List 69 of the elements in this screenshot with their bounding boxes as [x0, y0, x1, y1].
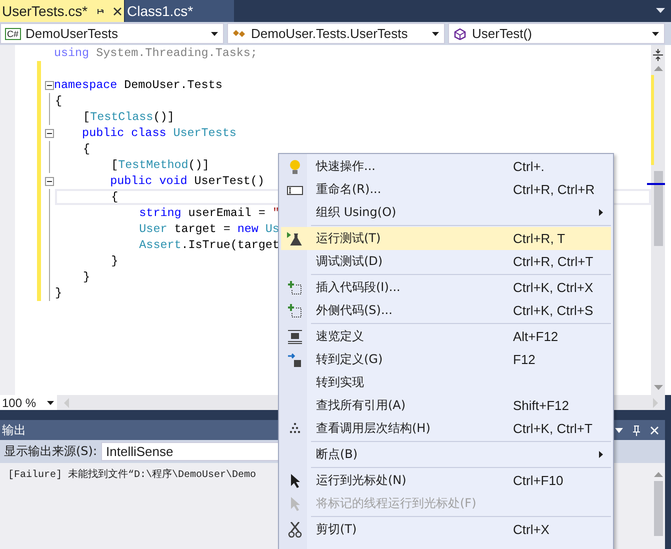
document-tab[interactable]: UserTests.cs*: [0, 0, 125, 22]
close-icon[interactable]: [112, 6, 122, 16]
code-line: public class UserTests: [81, 125, 236, 141]
menu-item[interactable]: 调试测试(D) Ctrl+R, Ctrl+T: [281, 250, 611, 273]
caret-icon: [431, 30, 440, 36]
caret-position-marker: [647, 183, 665, 185]
pin-icon[interactable]: [96, 6, 105, 16]
peek-icon: [288, 330, 302, 344]
collapse-icon[interactable]: [45, 176, 54, 186]
split-icon[interactable]: [652, 49, 664, 61]
menu-item[interactable]: 查找所有引用(A) Shift+F12: [281, 394, 611, 417]
code-line: public void UserTest(): [109, 173, 264, 189]
output-text: [Failure] 未能找到文件“D:\程序\DemoUser\Demo: [8, 468, 256, 481]
caret-icon: [651, 30, 660, 36]
lightbulb-icon: [289, 158, 301, 174]
class-icon: [232, 28, 246, 40]
tab-label: UserTests.cs*: [2, 3, 88, 19]
menu-item[interactable]: 剪切(T) Ctrl+X: [281, 518, 611, 541]
add-snippet-icon: [288, 304, 302, 318]
caret-icon: [46, 400, 55, 406]
scrollbar-thumb[interactable]: [654, 481, 662, 536]
hierarchy-icon: [289, 422, 301, 434]
menu-item[interactable]: 运行测试(T) Ctrl+R, T: [281, 227, 611, 250]
add-snippet-icon: [288, 280, 302, 294]
rename-icon: [287, 184, 303, 196]
code-line: namespace DemoUser.Tests: [54, 77, 222, 93]
collapse-icon[interactable]: [45, 128, 54, 138]
dropdown-icon[interactable]: [615, 428, 623, 432]
pointer-icon: [290, 474, 300, 488]
code-line: }: [110, 253, 118, 269]
menu-item[interactable]: 快速操作... Ctrl+.: [281, 155, 611, 178]
tab-label: Class1.cs*: [127, 3, 194, 19]
go-to-icon: [288, 352, 302, 366]
code-line: string userEmail = ": [138, 205, 280, 221]
menu-item[interactable]: 转到实现: [281, 371, 611, 394]
menu-item[interactable]: 速览定义 Alt+F12: [281, 325, 611, 348]
document-tab[interactable]: Class1.cs*: [125, 0, 235, 22]
method-icon: [453, 28, 467, 40]
menu-item[interactable]: 外侧代码(S)... Ctrl+K, Ctrl+S: [281, 299, 611, 322]
source-label: 显示输出来源(S):: [4, 443, 98, 460]
menu-item[interactable]: 插入代码段(I)... Ctrl+K, Ctrl+X: [281, 276, 611, 299]
code-line: {: [82, 141, 90, 157]
code-line: }: [55, 285, 62, 301]
code-line: }: [82, 269, 90, 285]
scissors-icon: [288, 522, 302, 538]
code-line: {: [55, 93, 62, 109]
code-line: using System.Threading.Tasks;: [54, 45, 258, 61]
code-line: Assert.IsTrue(target: [138, 237, 280, 253]
project-badge: C#: [5, 28, 21, 40]
menu-item[interactable]: 组织 Using(O): [281, 201, 611, 224]
code-line: {: [110, 189, 118, 205]
collapse-icon[interactable]: [45, 80, 54, 90]
menu-item[interactable]: 运行到光标处(N) Ctrl+F10: [281, 469, 611, 492]
code-line: [TestMethod()]: [110, 157, 210, 173]
caret-icon: [210, 30, 219, 36]
panel-title: 输出: [2, 422, 26, 438]
scrollbar-thumb[interactable]: [654, 171, 663, 246]
zoom-dropdown[interactable]: 100 %: [0, 395, 57, 410]
pointer-icon: [290, 496, 300, 510]
flask-icon: [287, 232, 303, 246]
menu-item[interactable]: 查看调用层次结构(H) Ctrl+K, Ctrl+T: [281, 417, 611, 440]
code-line: [TestClass()]: [82, 109, 174, 125]
navigation-dropdown[interactable]: C# DemoUserTests: [0, 23, 224, 44]
navigation-dropdown[interactable]: DemoUser.Tests.UserTests: [227, 23, 445, 44]
code-line: User target = new Us: [138, 221, 280, 237]
navigation-dropdown[interactable]: UserTest(): [448, 23, 665, 44]
dropdown-icon[interactable]: [656, 8, 665, 14]
menu-item[interactable]: 转到定义(G) F12: [281, 348, 611, 371]
menu-item[interactable]: 重命名(R)... Ctrl+R, Ctrl+R: [281, 178, 611, 201]
